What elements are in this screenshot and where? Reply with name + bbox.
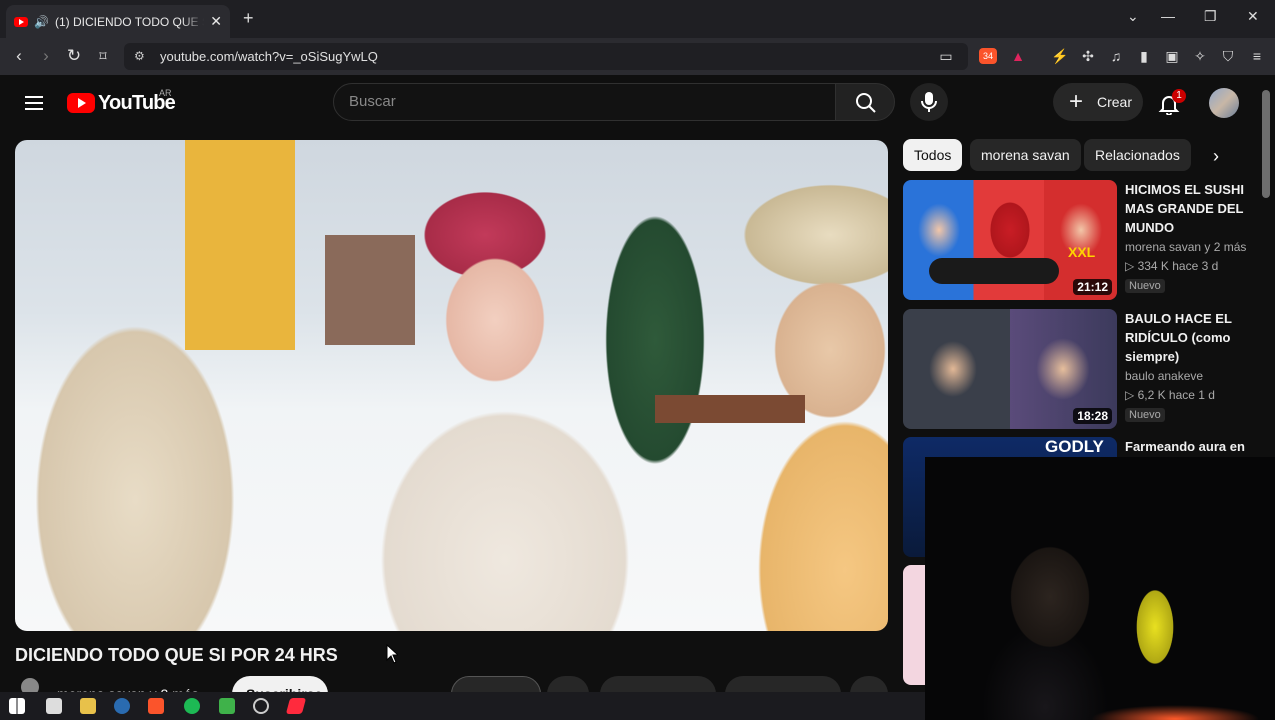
close-tab-icon[interactable]: ✕: [210, 13, 222, 30]
create-button[interactable]: + Crear: [1053, 83, 1143, 121]
file-explorer-icon[interactable]: [80, 698, 96, 714]
recommendation-item[interactable]: XXL 21:12 HICIMOS EL SUSHI MAS GRANDE DE…: [903, 180, 1260, 301]
back-icon[interactable]: ‹: [9, 46, 29, 66]
search-input[interactable]: Buscar: [333, 83, 836, 121]
cast-icon[interactable]: ▭: [938, 48, 954, 64]
sushi-roll-shape: [929, 258, 1059, 284]
sidebar-icon[interactable]: ▮: [1136, 48, 1152, 64]
mail-icon[interactable]: [46, 698, 62, 714]
browser-tab[interactable]: 🔊 (1) DICIENDO TODO QUE SI POR 24 HRS ✕: [6, 5, 230, 38]
chip-relacionados[interactable]: Relacionados: [1084, 139, 1191, 171]
brave-rewards-icon[interactable]: ▲: [1010, 48, 1026, 64]
url-text: youtube.com/watch?v=_oSiSugYwLQ: [160, 49, 378, 64]
video-player[interactable]: [15, 140, 888, 631]
webcam-overlay: [925, 457, 1275, 720]
extensions-icon[interactable]: ✣: [1080, 48, 1096, 64]
tab-search-chevron-icon[interactable]: ⌄: [1127, 8, 1139, 25]
plus-icon: +: [1069, 88, 1084, 115]
recommendation-meta: ▷ 6,2 K hace 1 d: [1125, 388, 1215, 402]
video-title: DICIENDO TODO QUE SI POR 24 HRS: [15, 645, 338, 665]
new-badge: Nuevo: [1125, 408, 1165, 422]
wallet-icon[interactable]: ▣: [1164, 48, 1180, 64]
video-frame-detail: [655, 395, 805, 423]
microphone-icon: [921, 92, 937, 112]
red-app-icon[interactable]: [285, 698, 307, 714]
page-scrollbar[interactable]: [1262, 90, 1270, 198]
bookmark-icon[interactable]: ⌑: [93, 48, 113, 65]
chevron-right-icon[interactable]: ›: [1213, 146, 1219, 167]
chip-todos[interactable]: Todos: [903, 139, 963, 171]
forward-icon[interactable]: ›: [36, 46, 56, 66]
recommendation-title[interactable]: Farmeando aura en: [1125, 437, 1260, 456]
spotify-icon[interactable]: [184, 698, 200, 714]
tab-title: (1) DICIENDO TODO QUE SI POR 24 HRS: [54, 14, 204, 29]
browser-toolbar: ‹ › ↻ ⌑ ⚙ youtube.com/watch?v=_oSiSugYwL…: [0, 38, 1275, 75]
notification-badge: 1: [1172, 89, 1186, 103]
windows-start-icon[interactable]: [9, 698, 25, 714]
menu-icon[interactable]: ≡: [1249, 48, 1265, 64]
duration-badge: 18:28: [1073, 408, 1112, 424]
close-window-icon[interactable]: ✕: [1247, 8, 1259, 25]
user-avatar[interactable]: [1209, 88, 1239, 118]
recommendation-title[interactable]: BAULO HACE EL RIDÍCULO (como siempre): [1125, 309, 1260, 366]
youtube-header: YouTube AR Buscar + Crear 1: [0, 75, 1260, 135]
obs-icon[interactable]: [253, 698, 269, 714]
steam-icon[interactable]: [114, 698, 130, 714]
hamburger-menu-icon[interactable]: [25, 96, 43, 110]
duration-badge: 21:12: [1073, 279, 1112, 295]
video-thumbnail[interactable]: 18:28: [903, 309, 1117, 429]
youtube-logo-icon[interactable]: [67, 93, 95, 113]
search-placeholder: Buscar: [349, 93, 396, 110]
video-frame-detail: [185, 140, 295, 350]
extension-purple-icon[interactable]: ⚡: [1051, 48, 1068, 64]
search-icon: [856, 93, 876, 113]
mouse-cursor-icon: [386, 644, 398, 664]
create-label: Crear: [1097, 94, 1133, 110]
thumb-text-godly: GODLY: [1045, 437, 1104, 456]
recommendation-title[interactable]: HICIMOS EL SUSHI MAS GRANDE DEL MUNDO: [1125, 180, 1260, 237]
video-thumbnail[interactable]: XXL 21:12: [903, 180, 1117, 300]
recommendation-channel[interactable]: morena savan y 2 más: [1125, 238, 1260, 257]
recommendation-channel[interactable]: baulo anakeve: [1125, 367, 1260, 386]
youtube-favicon-icon: [14, 16, 28, 27]
new-tab-button[interactable]: +: [243, 8, 254, 29]
music-icon[interactable]: ♫: [1108, 48, 1124, 64]
search-button[interactable]: [835, 83, 895, 121]
video-frame-detail: [325, 235, 415, 345]
chip-morena-savan[interactable]: morena savan: [970, 139, 1081, 171]
recommendation-item[interactable]: 18:28 BAULO HACE EL RIDÍCULO (como siemp…: [903, 309, 1260, 430]
leo-ai-icon[interactable]: ✧: [1192, 48, 1208, 64]
brave-browser-icon[interactable]: [148, 698, 164, 714]
minimize-icon[interactable]: —: [1161, 8, 1175, 24]
brave-shields-icon[interactable]: 34: [979, 48, 997, 64]
browser-tab-strip: 🔊 (1) DICIENDO TODO QUE SI POR 24 HRS ✕ …: [0, 0, 1275, 38]
address-bar[interactable]: ⚙ youtube.com/watch?v=_oSiSugYwLQ: [124, 43, 968, 70]
windows-taskbar: [0, 692, 925, 720]
country-code: AR: [159, 88, 172, 98]
vpn-shield-icon[interactable]: ⛉: [1220, 48, 1236, 64]
reload-icon[interactable]: ↻: [64, 46, 84, 66]
game-app-icon[interactable]: [219, 698, 235, 714]
new-badge: Nuevo: [1125, 279, 1165, 293]
speaker-icon[interactable]: 🔊: [34, 15, 49, 29]
thumb-text-xxl: XXL: [1068, 244, 1096, 260]
recommendation-meta: ▷ 334 K hace 3 d: [1125, 259, 1219, 273]
voice-search-button[interactable]: [910, 83, 948, 121]
restore-icon[interactable]: ❐: [1204, 8, 1217, 25]
video-thumbnail[interactable]: [903, 565, 925, 685]
site-info-icon[interactable]: ⚙: [134, 43, 145, 70]
